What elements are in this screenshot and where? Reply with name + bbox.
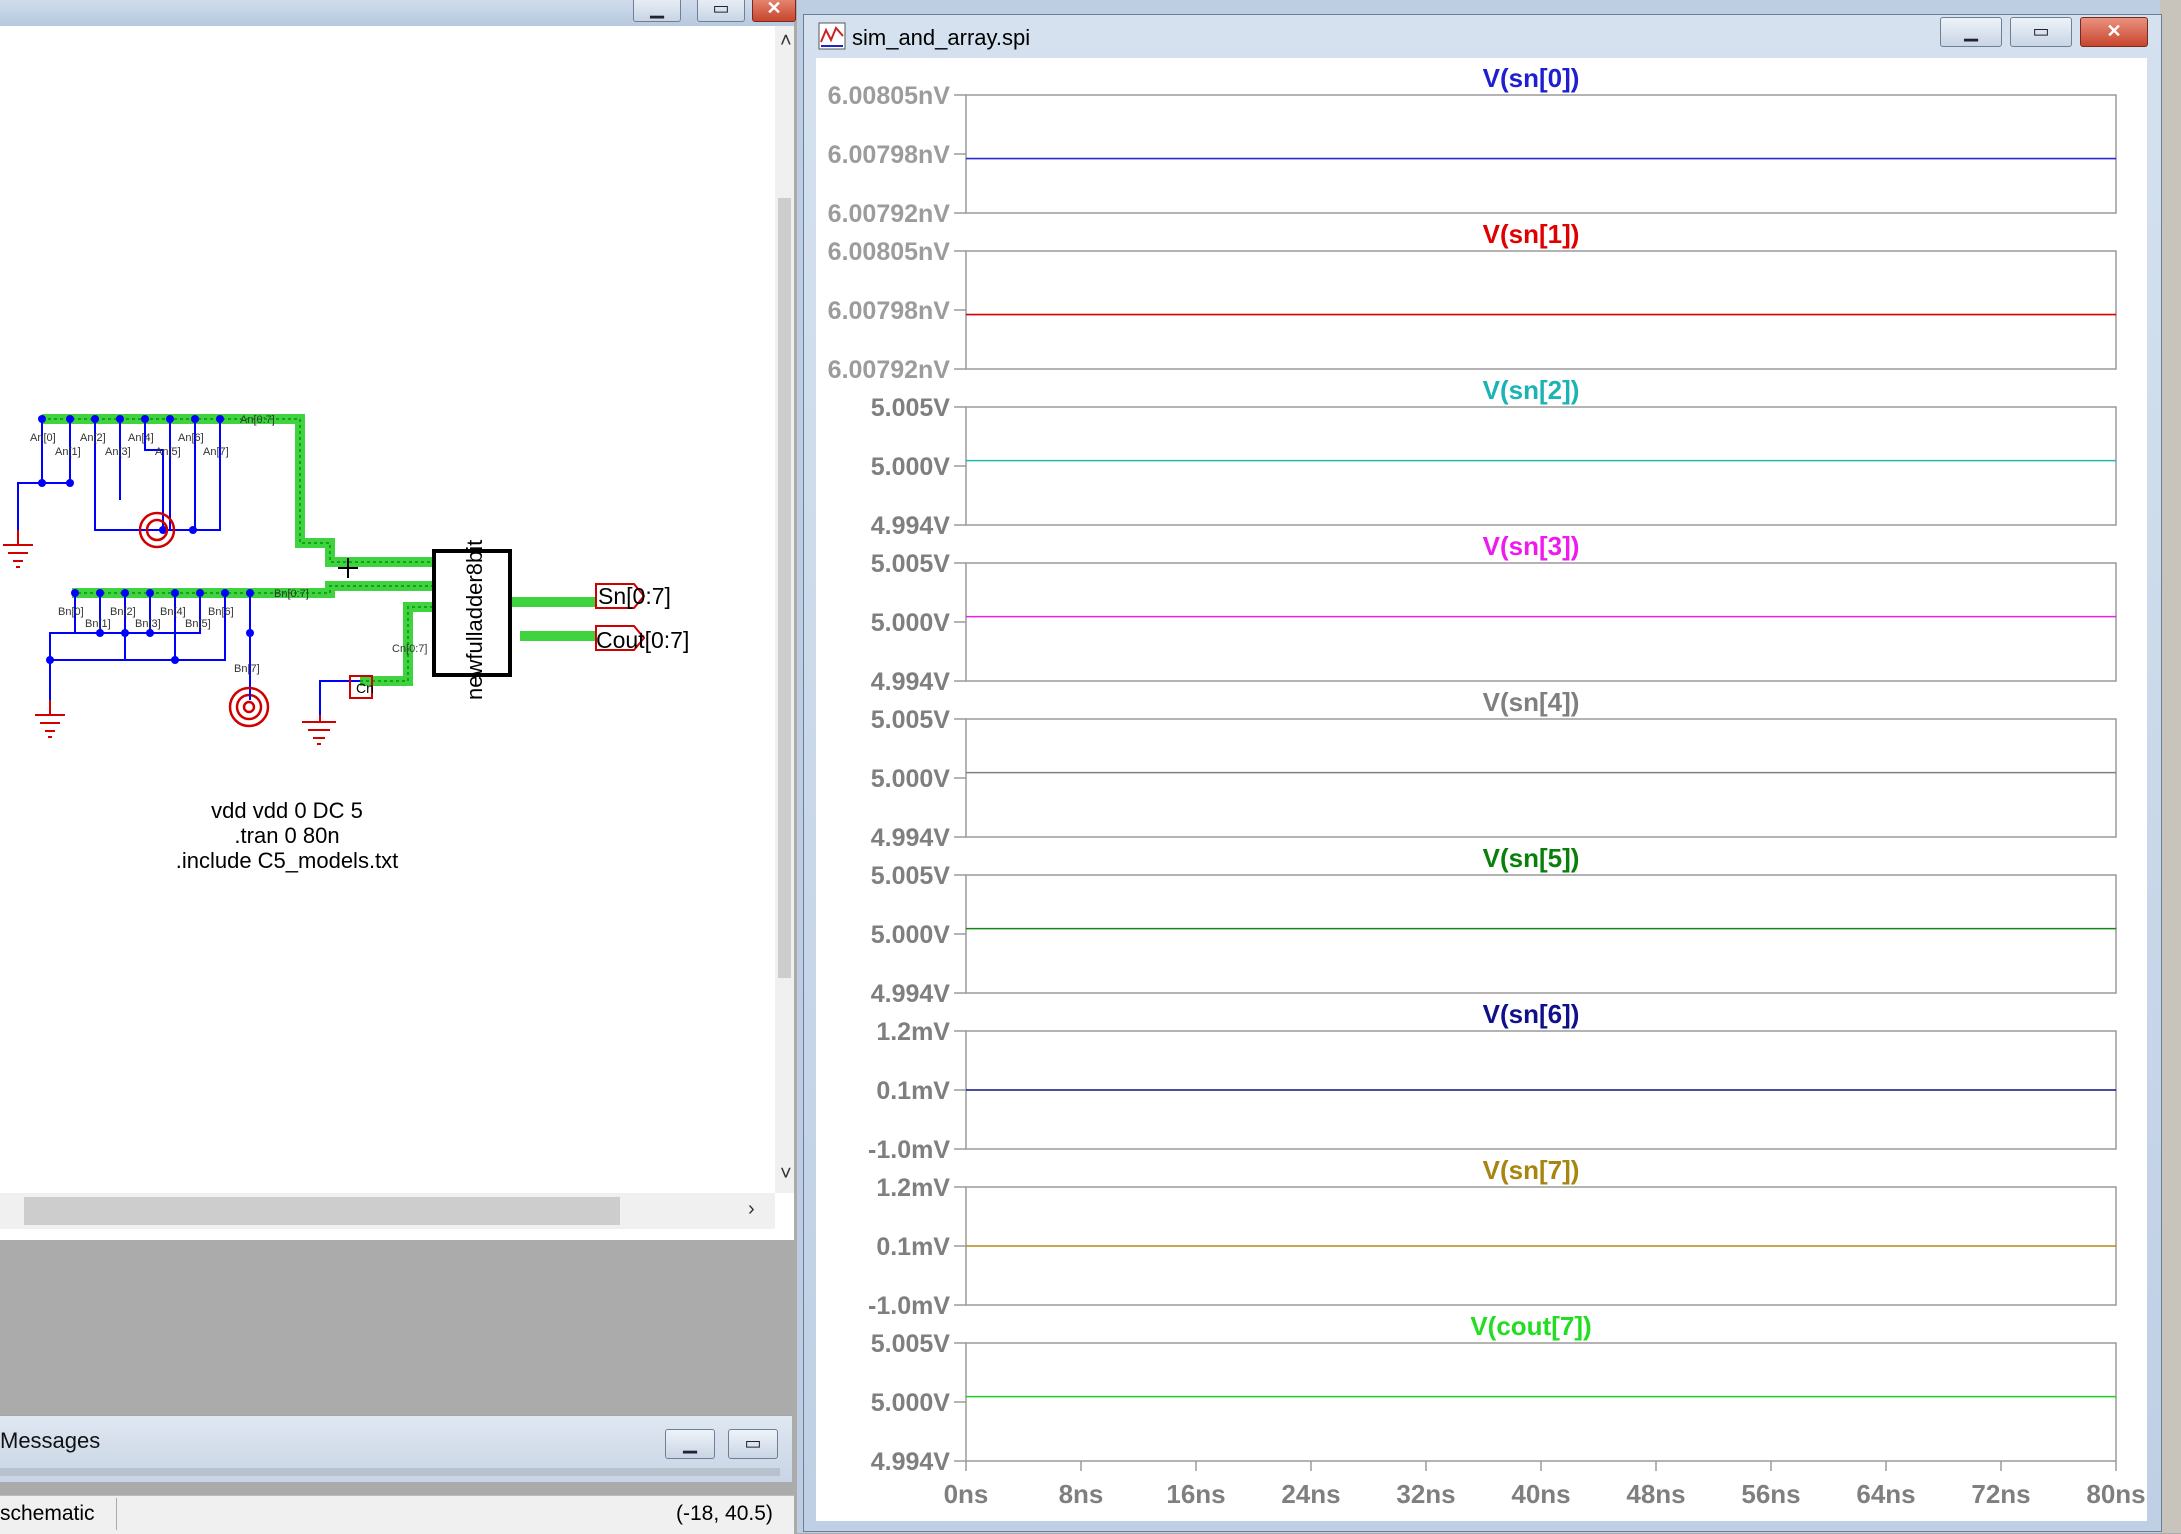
plot-trace-title: V(sn[5]) <box>1483 843 1580 873</box>
plot-pane <box>965 1342 2117 1462</box>
plot-trace-title: V(sn[1]) <box>1483 219 1580 249</box>
x-tick-label: 72ns <box>1971 1479 2030 1509</box>
y-tick-label: 4.994V <box>871 980 951 1008</box>
y-tick-label: 4.994V <box>871 512 951 540</box>
plot-trace-title: V(sn[3]) <box>1483 531 1580 561</box>
y-tick-label: 5.005V <box>871 394 951 422</box>
y-tick-label: 1.2mV <box>876 1018 950 1046</box>
y-tick-label: 4.994V <box>871 1448 951 1476</box>
y-tick-label: 5.005V <box>871 706 951 734</box>
plot-trace-title: V(sn[6]) <box>1483 999 1580 1029</box>
plot-pane <box>965 874 2117 994</box>
waveform-plots: V(sn[0]) 6.00805nV 6.00798nV 6.00792nV V(sn[… <box>828 63 2146 1509</box>
x-tick-label: 56ns <box>1741 1479 1800 1509</box>
y-tick-label: 5.000V <box>871 765 951 793</box>
x-tick-label: 64ns <box>1856 1479 1915 1509</box>
y-tick-label: 6.00805nV <box>828 238 951 266</box>
y-tick-label: -1.0mV <box>868 1136 950 1164</box>
y-tick-label: 6.00805nV <box>828 82 951 110</box>
y-tick-label: 6.00798nV <box>828 297 951 325</box>
y-tick-label: 5.005V <box>871 862 951 890</box>
plot-trace-title: V(sn[7]) <box>1483 1155 1580 1185</box>
plot-pane <box>965 406 2117 526</box>
y-tick-label: 6.00792nV <box>828 356 951 384</box>
x-tick-label: 48ns <box>1626 1479 1685 1509</box>
y-tick-label: 0.1mV <box>876 1077 950 1105</box>
y-tick-label: 0.1mV <box>876 1233 950 1261</box>
plot-pane <box>965 250 2117 370</box>
plot-trace-title: V(sn[4]) <box>1483 687 1580 717</box>
x-tick-label: 40ns <box>1511 1479 1570 1509</box>
plot-trace-title: V(cout[7]) <box>1470 1311 1591 1341</box>
x-tick-label: 8ns <box>1059 1479 1104 1509</box>
y-tick-label: -1.0mV <box>868 1292 950 1320</box>
x-tick-label: 16ns <box>1166 1479 1225 1509</box>
y-tick-label: 5.000V <box>871 609 951 637</box>
y-tick-label: 6.00792nV <box>828 200 951 228</box>
y-tick-label: 4.994V <box>871 824 951 852</box>
x-tick-label: 80ns <box>2086 1479 2145 1509</box>
plot-pane <box>965 718 2117 838</box>
y-tick-label: 4.994V <box>871 668 951 696</box>
y-tick-label: 5.005V <box>871 550 951 578</box>
y-tick-label: 6.00798nV <box>828 141 951 169</box>
y-tick-label: 5.000V <box>871 1389 951 1417</box>
y-tick-label: 5.005V <box>871 1330 951 1358</box>
y-tick-label: 5.000V <box>871 453 951 481</box>
x-tick-label: 0ns <box>944 1479 989 1509</box>
plot-pane <box>965 562 2117 682</box>
plot-trace-title: V(sn[0]) <box>1483 63 1580 93</box>
y-tick-label: 1.2mV <box>876 1174 950 1202</box>
y-tick-label: 5.000V <box>871 921 951 949</box>
x-tick-label: 32ns <box>1396 1479 1455 1509</box>
plot-trace-title: V(sn[2]) <box>1483 375 1580 405</box>
x-tick-label: 24ns <box>1281 1479 1340 1509</box>
plot-pane <box>965 94 2117 214</box>
